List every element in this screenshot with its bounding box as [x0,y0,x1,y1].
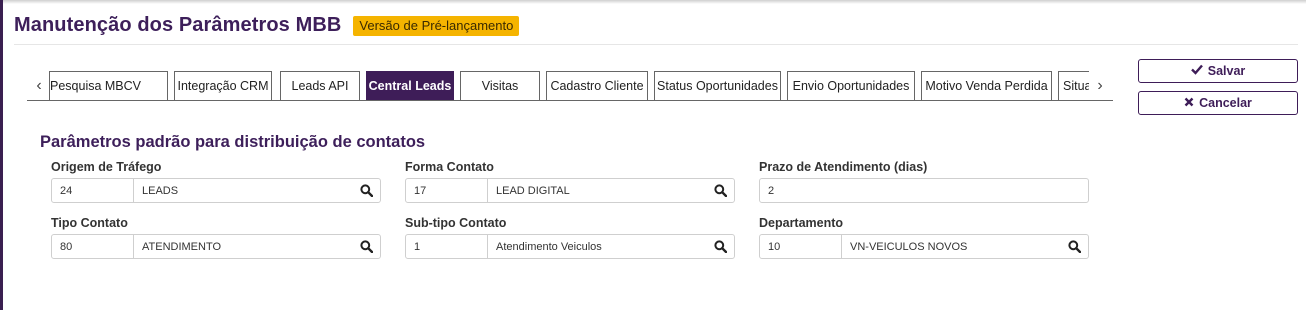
cancel-label: Cancelar [1199,96,1252,110]
origem-trafego-desc: LEADS [142,184,179,197]
forma-contato-desc: LEAD DIGITAL [496,184,570,197]
page-title: Manutenção dos Parâmetros MBB [14,14,342,36]
page-header: Manutenção dos Parâmetros MBB Versão de … [14,14,520,37]
tab-next-icon[interactable]: › [1091,71,1109,101]
tab-leads-api[interactable]: Leads API [280,71,360,101]
save-label: Salvar [1207,64,1246,78]
tab-central-leads[interactable]: Central Leads [366,71,454,101]
tab-cadastro-cliente[interactable]: Cadastro Cliente [546,71,648,101]
x-icon [1184,96,1194,110]
tipo-contato-desc: ATENDIMENTO [142,240,222,253]
departamento-lookup: 10 VN-VEICULOS NOVOS [759,234,1089,259]
origem-trafego-code-input[interactable]: 24 [52,179,134,202]
tab-motivo-venda-perdida[interactable]: Motivo Venda Perdida [921,71,1052,101]
tipo-contato-lookup: 80 ATENDIMENTO [51,234,381,259]
tipo-contato-code-input[interactable]: 80 [52,235,134,258]
forma-contato-lookup: 17 LEAD DIGITAL [405,178,735,203]
forma-contato-field: Forma Contato 17 LEAD DIGITAL [405,160,735,203]
tab-visitas[interactable]: Visitas [460,71,540,101]
tab-list: Pesquisa MBCV Integração CRM Leads API C… [49,71,1089,101]
prazo-atendimento-label: Prazo de Atendimento (dias) [759,160,928,174]
origem-trafego-label: Origem de Tráfego [51,160,162,174]
header-divider [14,44,1298,45]
search-icon[interactable] [1060,235,1088,258]
check-icon [1190,64,1203,78]
forma-contato-label: Forma Contato [405,160,494,174]
tab-pesquisa-mbcv[interactable]: Pesquisa MBCV [49,71,168,101]
search-icon[interactable] [706,235,734,258]
search-icon[interactable] [352,179,380,202]
departamento-field: Departamento 10 VN-VEICULOS NOVOS [759,216,1089,259]
prazo-atendimento-field: Prazo de Atendimento (dias) 2 [759,160,1089,203]
tab-status-oportunidades[interactable]: Status Oportunidades [654,71,781,101]
tipo-contato-label: Tipo Contato [51,216,128,230]
departamento-desc: VN-VEICULOS NOVOS [850,240,968,253]
origem-trafego-field: Origem de Tráfego 24 LEADS [51,160,381,203]
search-icon[interactable] [352,235,380,258]
subtipo-contato-code-input[interactable]: 1 [406,235,488,258]
tab-baseline [27,100,1113,101]
tab-prev-icon[interactable]: ‹ [30,71,48,101]
section-title: Parâmetros padrão para distribuição de c… [40,133,426,151]
left-accent-bar [0,0,3,310]
forma-contato-code-input[interactable]: 17 [406,179,488,202]
tipo-contato-field: Tipo Contato 80 ATENDIMENTO [51,216,381,259]
departamento-code-input[interactable]: 10 [760,235,842,258]
origem-trafego-lookup: 24 LEADS [51,178,381,203]
top-shadow [3,0,1306,4]
tab-integracao-crm[interactable]: Integração CRM [174,71,272,101]
departamento-label: Departamento [759,216,844,230]
subtipo-contato-field: Sub-tipo Contato 1 Atendimento Veiculos [405,216,735,259]
prerelease-badge: Versão de Pré-lançamento [353,15,520,36]
subtipo-contato-label: Sub-tipo Contato [405,216,507,230]
tab-envio-oportunidades[interactable]: Envio Oportunidades [787,71,915,101]
subtipo-contato-lookup: 1 Atendimento Veiculos [405,234,735,259]
search-icon[interactable] [706,179,734,202]
save-button[interactable]: Salvar [1138,59,1298,83]
prazo-atendimento-input[interactable]: 2 [760,179,1088,202]
cancel-button[interactable]: Cancelar [1138,91,1298,115]
tab-situacao[interactable]: Situaçã [1058,71,1089,101]
subtipo-contato-desc: Atendimento Veiculos [496,240,602,253]
prazo-atendimento-box: 2 [759,178,1089,203]
tab-bar: ‹ Pesquisa MBCV Integração CRM Leads API… [27,71,1113,101]
